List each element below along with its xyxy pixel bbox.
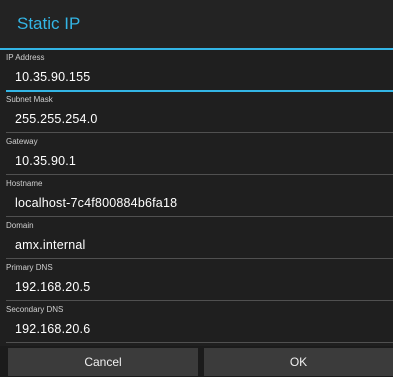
primary-dns-label: Primary DNS [6, 263, 53, 272]
primary-dns-underline [6, 300, 393, 301]
domain-field: Domain amx.internal [0, 218, 393, 260]
secondary-dns-label: Secondary DNS [6, 305, 64, 314]
secondary-dns-field: Secondary DNS 192.168.20.6 [0, 302, 393, 344]
primary-dns-input[interactable]: 192.168.20.5 [6, 278, 393, 300]
secondary-dns-underline [6, 342, 393, 343]
ok-button[interactable]: OK [204, 348, 393, 376]
ip-address-label: IP Address [6, 53, 45, 62]
cancel-button[interactable]: Cancel [8, 348, 198, 376]
hostname-label: Hostname [6, 179, 43, 188]
subnet-mask-label: Subnet Mask [6, 95, 53, 104]
domain-underline [6, 258, 393, 259]
hostname-input[interactable]: localhost-7c4f800884b6fa18 [6, 194, 393, 216]
ip-address-input[interactable]: 10.35.90.155 [6, 68, 393, 90]
gateway-underline [6, 174, 393, 175]
static-ip-dialog: Static IP IP Address 10.35.90.155 Subnet… [0, 0, 393, 377]
dialog-title: Static IP [17, 14, 81, 33]
domain-label: Domain [6, 221, 34, 230]
primary-dns-field: Primary DNS 192.168.20.5 [0, 260, 393, 302]
secondary-dns-input[interactable]: 192.168.20.6 [6, 320, 393, 342]
subnet-mask-field: Subnet Mask 255.255.254.0 [0, 92, 393, 134]
gateway-field: Gateway 10.35.90.1 [0, 134, 393, 176]
hostname-field: Hostname localhost-7c4f800884b6fa18 [0, 176, 393, 218]
subnet-mask-underline [6, 132, 393, 133]
subnet-mask-input[interactable]: 255.255.254.0 [6, 110, 393, 132]
dialog-button-bar: Cancel OK [0, 346, 393, 377]
ip-address-field: IP Address 10.35.90.155 [0, 50, 393, 92]
hostname-underline [6, 216, 393, 217]
domain-input[interactable]: amx.internal [6, 236, 393, 258]
gateway-label: Gateway [6, 137, 38, 146]
gateway-input[interactable]: 10.35.90.1 [6, 152, 393, 174]
dialog-title-bar: Static IP [0, 0, 393, 48]
